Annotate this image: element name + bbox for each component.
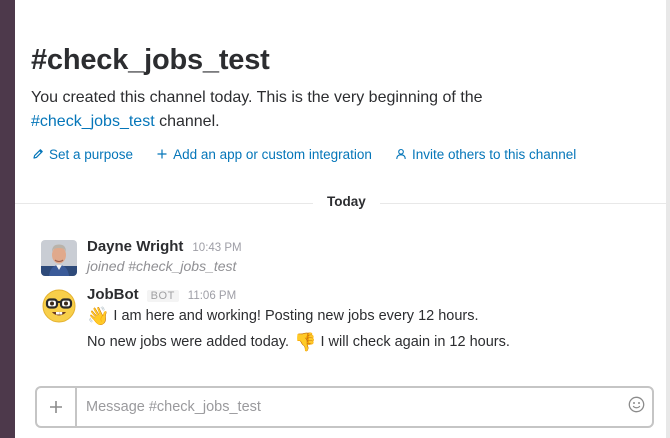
thumbs-down-icon: 👎 [294, 332, 317, 352]
message-text: I am here and working! Posting new jobs … [113, 308, 479, 324]
set-purpose-label: Set a purpose [49, 146, 134, 162]
pencil-icon [31, 147, 45, 161]
scrollbar[interactable] [666, 0, 670, 438]
message-line-2: No new jobs were added today. 👎 I will c… [87, 332, 510, 352]
channel-pane: #check_jobs_test You created this channe… [15, 0, 670, 438]
add-integration-button[interactable]: Add an app or custom integration [155, 145, 372, 163]
message-text: I will check again in 12 hours. [320, 334, 510, 350]
message-body: Dayne Wright 10:43 PM joined #check_jobs… [87, 238, 242, 274]
timestamp[interactable]: 11:06 PM [188, 290, 236, 302]
message-line-1: 👋 I am here and working! Posting new job… [87, 306, 510, 326]
channel-link[interactable]: #check_jobs_test [31, 113, 155, 130]
intro-suffix: channel. [154, 113, 220, 130]
channel-title: #check_jobs_test [31, 44, 270, 76]
day-divider-label: Today [313, 194, 380, 209]
message-composer [35, 386, 654, 428]
timestamp[interactable]: 10:43 PM [192, 242, 241, 254]
avatar[interactable] [41, 240, 77, 276]
invite-others-label: Invite others to this channel [411, 146, 577, 162]
join-notice: joined #check_jobs_test [87, 258, 237, 274]
plus-icon [155, 147, 169, 161]
bot-badge: BOT [146, 290, 179, 302]
wave-icon: 👋 [87, 306, 110, 326]
plus-icon [49, 394, 63, 420]
set-purpose-button[interactable]: Set a purpose [31, 145, 133, 163]
message-text: No new jobs were added today. [87, 334, 290, 350]
smiley-icon [628, 396, 645, 418]
nerd-face-icon[interactable] [41, 288, 77, 324]
channel-intro: You created this channel today. This is … [31, 86, 591, 134]
message-body: JobBot BOT 11:06 PM 👋 I am here and work… [87, 286, 510, 352]
invite-others-button[interactable]: Invite others to this channel [394, 145, 576, 163]
attach-button[interactable] [37, 388, 77, 426]
sender-name[interactable]: JobBot [87, 286, 139, 303]
person-icon [394, 147, 408, 161]
channel-actions: Set a purpose Add an app or custom integ… [31, 145, 598, 163]
intro-text: You created this channel today. This is … [31, 89, 483, 106]
message-input[interactable] [77, 388, 620, 426]
emoji-button[interactable] [620, 388, 652, 426]
sender-name[interactable]: Dayne Wright [87, 238, 183, 255]
sidebar-strip [0, 0, 15, 438]
add-integration-label: Add an app or custom integration [173, 146, 372, 162]
